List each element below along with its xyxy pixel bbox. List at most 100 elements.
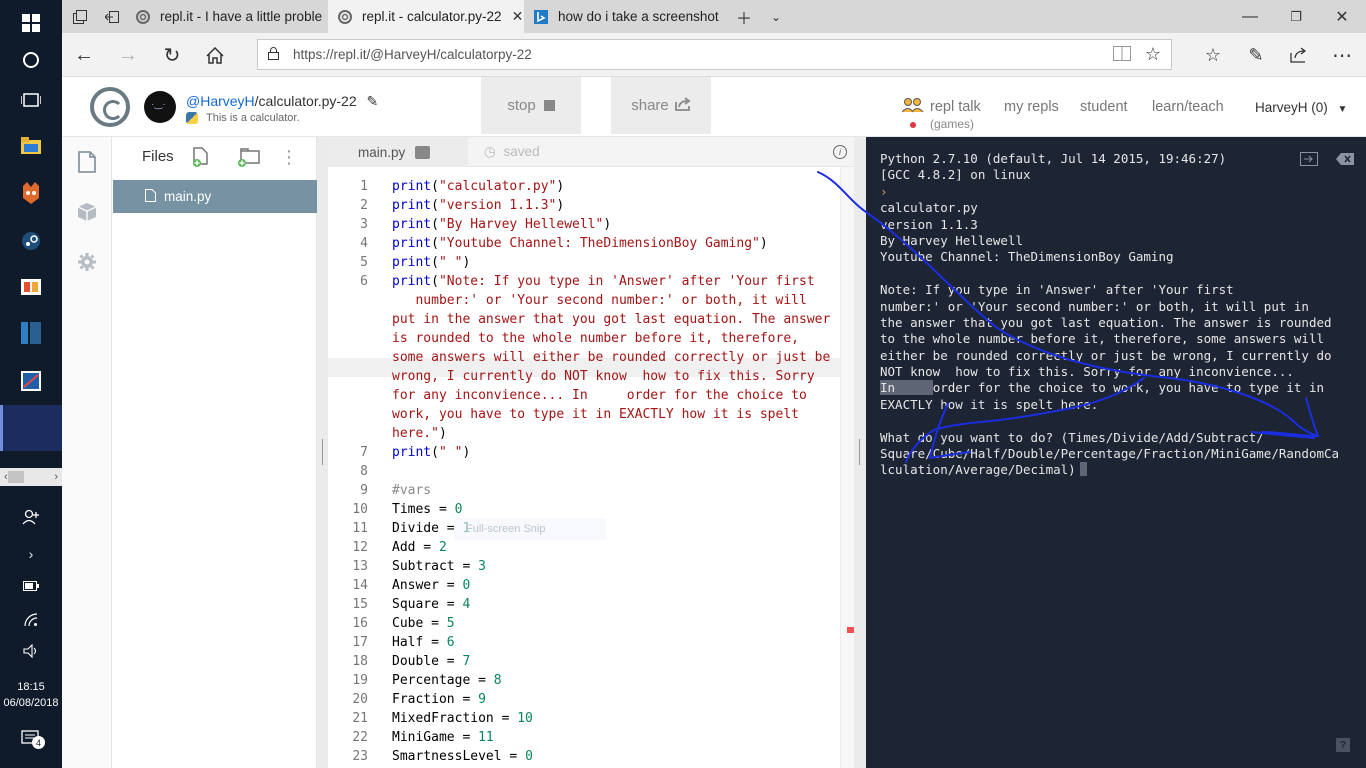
close-window-icon[interactable]: ✕ — [1322, 0, 1362, 33]
repl-owner-link[interactable]: @HarveyH — [186, 93, 255, 109]
code-line[interactable]: MiniGame = 11 — [392, 728, 494, 747]
photos-app-icon[interactable] — [0, 358, 62, 404]
tab-bing-search[interactable]: how do i take a screenshot — [524, 0, 724, 33]
code-line[interactable]: print("version 1.1.3") — [392, 196, 564, 215]
editor-scrollbar[interactable] — [840, 167, 854, 768]
code-line[interactable]: put in the answer that you got last equa… — [392, 310, 830, 329]
repl-talk-icon[interactable] — [901, 97, 924, 117]
files-more-icon[interactable]: ⋮ — [277, 145, 301, 169]
refresh-icon[interactable]: ↻ — [152, 33, 192, 77]
web-note-pen-icon[interactable]: ✎ — [1236, 33, 1276, 77]
code-line[interactable]: work, you have to type it in EXACTLY how… — [392, 405, 799, 424]
file-menu-icon[interactable] — [415, 145, 431, 159]
new-folder-icon[interactable] — [237, 145, 261, 169]
settings-gear-icon[interactable] — [62, 247, 112, 277]
tab-previews-chevron-icon[interactable]: ⌄ — [762, 0, 790, 33]
url-text[interactable]: https://repl.it/@HarveyH/calculatorpy-22 — [293, 47, 532, 62]
tab-replit-calculator[interactable]: repl.it - calculator.py-22 ✕ — [328, 0, 524, 33]
repl-name[interactable]: /calculator.py-22 — [255, 93, 357, 109]
code-line[interactable]: #vars — [392, 481, 431, 500]
set-tabs-aside-icon[interactable] — [98, 0, 126, 33]
code-line[interactable]: Answer = 0 — [392, 576, 470, 595]
games-link[interactable]: (games) — [930, 117, 974, 131]
minimize-window-icon[interactable]: — — [1230, 0, 1270, 33]
app-blue-icon[interactable] — [0, 310, 62, 356]
people-icon[interactable] — [0, 506, 62, 528]
app-fox-icon[interactable] — [0, 170, 62, 216]
console-output[interactable]: Python 2.7.10 (default, Jul 14 2015, 19:… — [880, 151, 1360, 479]
show-hidden-icons-chevron-icon[interactable]: › — [0, 543, 62, 565]
code-line[interactable]: wrong, I currently do NOT know how to fi… — [392, 367, 815, 386]
scroll-right-icon[interactable]: › — [54, 471, 58, 483]
share-icon[interactable] — [1279, 33, 1319, 77]
back-arrow-icon[interactable]: ← — [64, 33, 104, 77]
code-line[interactable]: Fraction = 9 — [392, 690, 486, 709]
help-button[interactable]: ? — [1336, 738, 1350, 752]
learn-teach-link[interactable]: learn/teach — [1152, 99, 1224, 115]
reading-view-icon[interactable] — [1112, 45, 1131, 64]
code-line[interactable]: print("By Harvey Hellewell") — [392, 215, 611, 234]
clock-date[interactable]: 06/08/2018 — [0, 695, 62, 711]
input-cursor[interactable] — [1079, 462, 1087, 477]
favorite-star-icon[interactable]: ☆ — [1145, 44, 1161, 65]
code-line[interactable]: print(" ") — [392, 443, 470, 462]
console-clear-icon[interactable] — [1334, 151, 1356, 167]
student-link[interactable]: student — [1080, 99, 1128, 115]
info-icon[interactable]: i — [833, 145, 847, 159]
code-line[interactable]: SmartnessLevel = 0 — [392, 747, 533, 766]
more-menu-icon[interactable]: ⋯ — [1322, 33, 1362, 77]
avatar[interactable] — [144, 91, 176, 123]
code-line[interactable]: print(" ") — [392, 253, 470, 272]
console-expand-icon[interactable] — [1298, 151, 1320, 167]
office-icon[interactable] — [0, 264, 62, 310]
code-line[interactable]: Half = 6 — [392, 633, 455, 652]
edge-browser-taskbar-item[interactable] — [0, 405, 62, 451]
files-icon[interactable] — [62, 147, 112, 177]
home-icon[interactable] — [195, 33, 235, 77]
task-view-icon[interactable] — [0, 77, 62, 123]
close-tab-icon[interactable]: ✕ — [502, 8, 524, 25]
tab-manager-icon[interactable] — [66, 0, 94, 33]
console-splitter[interactable] — [854, 137, 866, 768]
code-line[interactable]: Subtract = 3 — [392, 557, 486, 576]
user-menu[interactable]: HarveyH (0) ▼ — [1255, 100, 1347, 115]
new-tab-plus-icon[interactable]: ＋ — [730, 0, 758, 33]
replit-logo-icon[interactable] — [90, 87, 130, 127]
address-bar[interactable]: https://repl.it/@HarveyH/calculatorpy-22… — [257, 39, 1172, 70]
packages-icon[interactable] — [62, 197, 112, 227]
code-line[interactable]: is rounded to the whole number before it… — [392, 329, 799, 348]
code-line[interactable]: number:' or 'Your second number:' or bot… — [392, 291, 806, 310]
action-center-icon[interactable]: 4 — [0, 727, 62, 751]
new-file-icon[interactable] — [189, 145, 213, 169]
code-line[interactable]: Cube = 5 — [392, 614, 455, 633]
volume-icon[interactable] — [0, 640, 62, 662]
battery-icon[interactable] — [0, 576, 62, 596]
code-line[interactable]: MixedFraction = 10 — [392, 709, 533, 728]
code-line[interactable]: Add = 2 — [392, 538, 447, 557]
file-explorer-icon[interactable] — [0, 122, 62, 168]
repl-talk-link[interactable]: repl talk — [930, 99, 981, 115]
code-line[interactable]: Square = 4 — [392, 595, 470, 614]
wifi-icon[interactable] — [0, 609, 62, 631]
stop-button[interactable]: stop — [481, 77, 581, 134]
taskbar-scrollbar[interactable]: ‹ › — [0, 468, 62, 486]
steam-icon[interactable] — [0, 218, 62, 264]
console-panel[interactable]: Python 2.7.10 (default, Jul 14 2015, 19:… — [866, 137, 1366, 768]
code-line[interactable]: Percentage = 8 — [392, 671, 502, 690]
file-item-main-py[interactable]: main.py — [113, 180, 317, 213]
tab-replit-question[interactable]: repl.it - I have a little proble — [126, 0, 328, 33]
code-line[interactable]: print("Youtube Channel: TheDimensionBoy … — [392, 234, 768, 253]
lock-icon[interactable] — [268, 46, 279, 63]
code-line[interactable]: print("Note: If you type in 'Answer' aft… — [392, 272, 815, 291]
code-line[interactable]: Double = 7 — [392, 652, 470, 671]
code-line[interactable]: Times = 0 — [392, 500, 462, 519]
panel-splitter[interactable] — [317, 137, 328, 768]
forward-arrow-icon[interactable]: → — [108, 33, 148, 77]
code-line[interactable]: here.") — [392, 424, 447, 443]
edit-pencil-icon[interactable]: ✎ — [367, 93, 379, 109]
code-line[interactable]: print("calculator.py") — [392, 177, 564, 196]
restore-window-icon[interactable]: ❐ — [1276, 0, 1316, 33]
favorites-hub-icon[interactable]: ☆ — [1193, 33, 1233, 77]
code-line[interactable]: for any inconvience... In order for the … — [392, 386, 807, 405]
editor-tab-main-py[interactable]: main.py — [328, 137, 468, 167]
